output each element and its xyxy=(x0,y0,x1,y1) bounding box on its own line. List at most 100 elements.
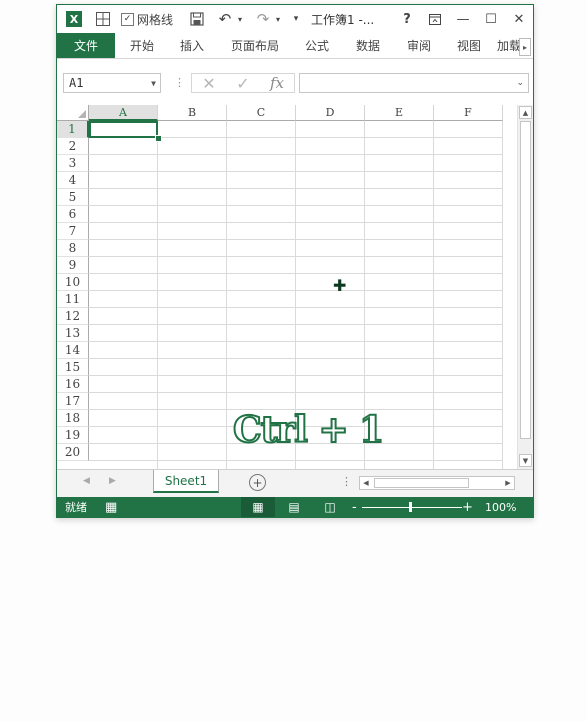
next-sheet-icon[interactable]: ▶ xyxy=(109,476,116,486)
status-text: 就绪 xyxy=(65,501,87,514)
row-gridline xyxy=(89,205,502,206)
row-gridline xyxy=(89,222,502,223)
row-header-4[interactable]: 4 xyxy=(57,172,89,189)
sheet-tab-sheet1[interactable]: Sheet1 xyxy=(153,470,219,493)
excel-logo-icon[interactable]: X xyxy=(65,5,83,33)
row-header-14[interactable]: 14 xyxy=(57,342,89,359)
enter-icon[interactable]: ✓ xyxy=(228,74,258,93)
row-header-13[interactable]: 13 xyxy=(57,325,89,342)
name-box-value: A1 xyxy=(69,76,84,90)
active-cell[interactable] xyxy=(89,121,158,138)
horizontal-scrollbar[interactable]: ◀ ▶ xyxy=(359,476,515,490)
ribbon-tabs: 文件 开始 插入 页面布局 公式 数据 审阅 视图 加载 ▸ xyxy=(57,33,533,59)
row-gridline xyxy=(89,171,502,172)
help-icon[interactable]: ? xyxy=(395,5,419,33)
tab-file[interactable]: 文件 xyxy=(57,33,115,58)
vertical-scrollbar[interactable]: ▲ ▼ xyxy=(517,105,533,469)
vertical-scroll-thumb[interactable] xyxy=(520,121,531,439)
minimize-button[interactable]: — xyxy=(451,5,475,33)
row-gridline xyxy=(89,188,502,189)
horizontal-scroll-thumb[interactable] xyxy=(374,478,469,488)
row-gridline xyxy=(89,239,502,240)
zoom-slider-thumb[interactable] xyxy=(409,502,412,512)
undo-icon[interactable]: ↶ xyxy=(215,5,235,33)
row-header-11[interactable]: 11 xyxy=(57,291,89,308)
formula-bar: A1 ▼ ⋮ ✕ ✓ fx ⌄ xyxy=(57,59,533,105)
column-header-c[interactable]: C xyxy=(227,105,296,121)
tab-formulas[interactable]: 公式 xyxy=(295,33,339,58)
ribbon-scroll-right-icon[interactable]: ▸ xyxy=(519,38,531,56)
gridlines-label: 网格线 xyxy=(137,12,174,27)
tab-split-handle[interactable]: ⋮ xyxy=(341,475,352,488)
zoom-out-button[interactable]: - xyxy=(352,497,357,517)
insert-function-button[interactable]: fx xyxy=(262,74,292,92)
row-header-15[interactable]: 15 xyxy=(57,359,89,376)
row-gridline xyxy=(89,324,502,325)
formula-buttons: ✕ ✓ fx xyxy=(191,73,295,93)
redo-dropdown-icon[interactable]: ▾ xyxy=(273,5,283,33)
expand-formula-bar-icon[interactable]: ⌄ xyxy=(516,78,524,88)
title-bar: X ✓ 网格线 ↶ ▾ ↷ ▾ ▾ 工作簿1 -... ? — ☐ ✕ xyxy=(57,5,533,33)
row-header-10[interactable]: 10 xyxy=(57,274,89,291)
page-layout-view-button[interactable]: ▤ xyxy=(277,497,311,517)
row-header-20[interactable]: 20 xyxy=(57,444,89,461)
scroll-down-button[interactable]: ▼ xyxy=(519,454,532,467)
undo-dropdown-icon[interactable]: ▾ xyxy=(235,5,245,33)
name-box-dropdown-icon[interactable]: ▼ xyxy=(151,79,156,88)
column-header-d[interactable]: D xyxy=(296,105,365,121)
row-header-3[interactable]: 3 xyxy=(57,155,89,172)
row-header-8[interactable]: 8 xyxy=(57,240,89,257)
row-header-1[interactable]: 1 xyxy=(57,121,89,138)
tab-page-layout[interactable]: 页面布局 xyxy=(221,33,289,58)
gridlines-checkbox[interactable]: ✓ xyxy=(121,12,134,26)
column-header-a[interactable]: A xyxy=(89,105,158,121)
column-header-f[interactable]: F xyxy=(434,105,503,121)
ribbon-display-icon[interactable] xyxy=(423,5,447,33)
save-icon[interactable] xyxy=(187,5,207,33)
row-header-6[interactable]: 6 xyxy=(57,206,89,223)
maximize-button[interactable]: ☐ xyxy=(479,5,503,33)
gridlines-toggle[interactable]: ✓ 网格线 xyxy=(121,5,173,33)
column-gridline xyxy=(157,121,158,469)
table-grid-icon[interactable] xyxy=(93,5,113,33)
page-break-view-button[interactable]: ◫ xyxy=(313,497,347,517)
row-gridline xyxy=(89,273,502,274)
formula-bar-resize-handle[interactable]: ⋮ xyxy=(174,76,185,89)
tab-data[interactable]: 数据 xyxy=(345,33,391,58)
row-header-18[interactable]: 18 xyxy=(57,410,89,427)
macro-record-icon[interactable]: ▦ xyxy=(105,497,117,517)
tab-insert[interactable]: 插入 xyxy=(169,33,215,58)
row-header-19[interactable]: 19 xyxy=(57,427,89,444)
tab-view[interactable]: 视图 xyxy=(447,33,491,58)
scroll-left-button[interactable]: ◀ xyxy=(360,477,372,489)
select-all-button[interactable] xyxy=(57,105,89,121)
worksheet-grid[interactable]: ABCDEF 1 2 3 4 5 6 7 8 9 10 11 12 13 14 15 16 17 18 19 20 ✚… xyxy=(57,105,533,469)
customize-qat-icon[interactable]: ▾ xyxy=(291,5,301,33)
normal-view-button[interactable]: ▦ xyxy=(241,497,275,517)
row-header-12[interactable]: 12 xyxy=(57,308,89,325)
column-header-e[interactable]: E xyxy=(365,105,434,121)
close-button[interactable]: ✕ xyxy=(507,5,531,33)
row-header-9[interactable]: 9 xyxy=(57,257,89,274)
row-header-16[interactable]: 16 xyxy=(57,376,89,393)
tab-home[interactable]: 开始 xyxy=(119,33,165,58)
row-header-17[interactable]: 17 xyxy=(57,393,89,410)
redo-icon[interactable]: ↷ xyxy=(253,5,273,33)
add-sheet-button[interactable]: + xyxy=(249,474,266,491)
zoom-level[interactable]: 100% xyxy=(485,497,516,517)
row-header-2[interactable]: 2 xyxy=(57,138,89,155)
tab-review[interactable]: 审阅 xyxy=(397,33,441,58)
formula-input[interactable]: ⌄ xyxy=(299,73,529,93)
name-box[interactable]: A1 ▼ xyxy=(63,73,161,93)
fill-handle[interactable] xyxy=(155,135,162,142)
column-header-b[interactable]: B xyxy=(158,105,227,121)
zoom-slider-track[interactable] xyxy=(362,507,462,508)
row-header-7[interactable]: 7 xyxy=(57,223,89,240)
scroll-up-button[interactable]: ▲ xyxy=(519,106,532,119)
zoom-in-button[interactable]: + xyxy=(462,497,473,517)
scroll-right-button[interactable]: ▶ xyxy=(502,477,514,489)
prev-sheet-icon[interactable]: ◀ xyxy=(83,476,90,486)
cancel-icon[interactable]: ✕ xyxy=(194,74,224,93)
row-header-5[interactable]: 5 xyxy=(57,189,89,206)
column-gridline xyxy=(226,121,227,469)
